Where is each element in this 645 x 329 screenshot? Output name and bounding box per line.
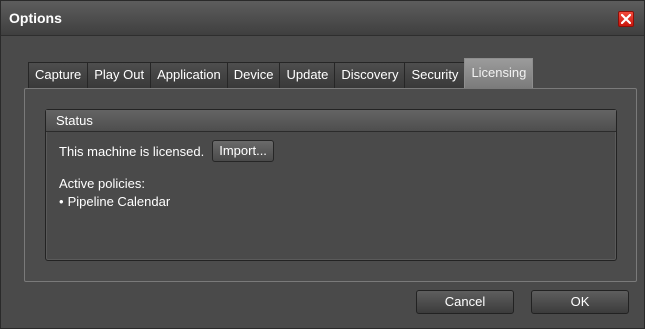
close-button[interactable] bbox=[618, 11, 634, 27]
license-status-row: This machine is licensed. Import... bbox=[59, 139, 274, 163]
license-status-text: This machine is licensed. bbox=[59, 143, 205, 159]
policy-name: Pipeline Calendar bbox=[67, 194, 171, 209]
tab-discovery[interactable]: Discovery bbox=[334, 62, 406, 88]
active-policies-label: Active policies: bbox=[59, 176, 145, 191]
active-policies: Active policies: • Pipeline Calendar bbox=[59, 175, 170, 211]
tab-licensing[interactable]: Licensing bbox=[464, 58, 534, 88]
options-dialog: Options Capture Play Out Application Dev… bbox=[0, 0, 645, 329]
status-group: Status This machine is licensed. Import.… bbox=[45, 109, 617, 261]
policy-list-item: • Pipeline Calendar bbox=[59, 193, 170, 211]
tab-device[interactable]: Device bbox=[226, 62, 281, 88]
window-title: Options bbox=[9, 10, 62, 26]
cancel-button[interactable]: Cancel bbox=[416, 290, 514, 314]
tab-update[interactable]: Update bbox=[279, 62, 336, 88]
ok-button[interactable]: OK bbox=[531, 290, 629, 314]
tab-security[interactable]: Security bbox=[404, 62, 466, 88]
tab-application[interactable]: Application bbox=[150, 62, 228, 88]
licensing-panel: Status This machine is licensed. Import.… bbox=[24, 88, 637, 282]
bullet-icon: • bbox=[59, 194, 64, 209]
tab-bar: Capture Play Out Application Device Upda… bbox=[28, 58, 534, 88]
title-bar[interactable]: Options bbox=[1, 1, 644, 36]
status-group-header: Status bbox=[46, 110, 616, 132]
close-icon bbox=[621, 14, 631, 24]
tab-capture[interactable]: Capture bbox=[28, 62, 89, 88]
tab-play-out[interactable]: Play Out bbox=[87, 62, 152, 88]
import-button[interactable]: Import... bbox=[212, 140, 274, 162]
